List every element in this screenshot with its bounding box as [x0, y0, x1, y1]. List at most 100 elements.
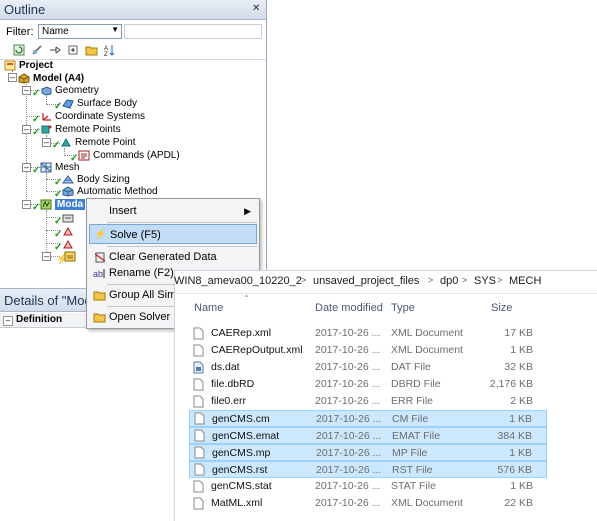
folder-icon: [93, 289, 106, 301]
refresh-icon[interactable]: [12, 44, 26, 57]
automatic-method-icon: [62, 186, 74, 197]
tree-collapse-remote-points[interactable]: –: [22, 125, 31, 134]
suppress-icon[interactable]: [30, 44, 44, 57]
file-icon: [193, 378, 204, 391]
details-title: Details of "Moda: [4, 293, 99, 308]
breadcrumb-item[interactable]: dp0: [440, 275, 458, 287]
tree-collapse-remote-point[interactable]: –: [42, 138, 51, 147]
column-headers: ⌃ Name Date modified Type Size: [175, 293, 597, 319]
project-icon: [4, 60, 16, 71]
tree-node-surface-body[interactable]: ✓ Surface Body: [54, 97, 137, 112]
table-row[interactable]: genCMS.rst 2017-10-26 ... RST File 576 K…: [189, 461, 547, 478]
table-row[interactable]: ds.dat 2017-10-26 ... DAT File 32 KB: [189, 359, 547, 376]
table-row[interactable]: genCMS.cm 2017-10-26 ... CM File 1 KB: [189, 410, 547, 427]
dat-file-icon: [193, 361, 204, 374]
table-row[interactable]: MatML.xml 2017-10-26 ... XML Document 22…: [189, 495, 547, 512]
tree-node-geometry[interactable]: ✓ Geometry: [32, 84, 99, 99]
table-row[interactable]: genCMS.stat 2017-10-26 ... STAT File 1 K…: [189, 478, 547, 495]
collapse-icon[interactable]: –: [3, 316, 13, 326]
table-row[interactable]: genCMS.mp 2017-10-26 ... MP File 1 KB: [189, 444, 547, 461]
menu-item-solve[interactable]: ⚡ Solve (F5): [89, 224, 257, 244]
breadcrumb-item[interactable]: unsaved_project_files: [313, 275, 419, 287]
table-row[interactable]: file0.err 2017-10-26 ... ERR File 2 KB: [189, 393, 547, 410]
filter-select[interactable]: Name ▼: [38, 24, 122, 39]
chevron-right-icon[interactable]: >: [301, 275, 306, 285]
breadcrumb-item[interactable]: MECH: [509, 275, 541, 287]
filter-row: Filter: Name ▼: [0, 21, 266, 43]
chevron-right-icon[interactable]: >: [497, 275, 502, 285]
table-row[interactable]: CAERepOutput.xml 2017-10-26 ... XML Docu…: [189, 342, 547, 359]
file-icon: [193, 480, 204, 493]
remote-point-icon: [60, 137, 72, 148]
mesh-icon: [40, 162, 52, 173]
coordinate-systems-icon: [40, 111, 52, 122]
solution-icon: [64, 251, 76, 262]
file-icon: [194, 446, 205, 459]
folder-icon: [93, 311, 106, 323]
tree-collapse-mesh[interactable]: –: [22, 163, 31, 172]
outline-toolbar: AZ: [0, 43, 266, 60]
tree-collapse-sub[interactable]: –: [42, 252, 51, 261]
tree-node-child-1[interactable]: ✓: [54, 212, 77, 227]
menu-item-insert[interactable]: Insert ▶: [89, 201, 257, 221]
outline-header: Outline ✕: [0, 0, 266, 20]
filter-value: Name: [42, 26, 69, 37]
tree-node-child-4[interactable]: ⚡: [56, 250, 79, 265]
tree-expand-all-icon[interactable]: [66, 44, 80, 57]
tree-node-project[interactable]: Project: [4, 59, 53, 72]
column-header-size[interactable]: Size: [491, 302, 512, 314]
table-row[interactable]: file.dbRD 2017-10-26 ... DBRD File 2,176…: [189, 376, 547, 393]
rename-icon: ab: [93, 267, 106, 279]
file-icon: [194, 463, 205, 476]
support-icon: [62, 226, 74, 237]
tree-node-automatic-method[interactable]: ✓ Automatic Method: [54, 185, 158, 200]
analysis-settings-icon: [62, 213, 74, 224]
tree-node-commands[interactable]: ✓ Commands (APDL): [70, 149, 180, 164]
address-bar[interactable]: WIN8_ameva00_10220_2 > unsaved_project_f…: [174, 271, 597, 294]
file-icon: [194, 429, 205, 442]
tree-expand-icon[interactable]: [48, 44, 62, 57]
close-icon[interactable]: ✕: [252, 4, 262, 14]
tree-node-modal[interactable]: ✓ Moda: [32, 198, 86, 213]
commands-icon: [78, 150, 90, 161]
outline-title: Outline: [4, 2, 46, 17]
chevron-down-icon: ▼: [111, 25, 119, 34]
folder-icon[interactable]: [84, 44, 98, 57]
tree-node-remote-point[interactable]: ✓ Remote Point: [52, 136, 136, 151]
file-icon: [194, 412, 205, 425]
tree-collapse-geometry[interactable]: –: [22, 86, 31, 95]
breadcrumb-item[interactable]: WIN8_ameva00_10220_2: [174, 275, 302, 287]
tree-node-child-2[interactable]: ✓: [54, 225, 77, 240]
clear-data-icon: [93, 251, 106, 263]
table-row[interactable]: CAERep.xml 2017-10-26 ... XML Document 1…: [189, 325, 547, 342]
file-explorer: WIN8_ameva00_10220_2 > unsaved_project_f…: [174, 270, 597, 521]
tree-collapse-model[interactable]: –: [8, 73, 17, 82]
chevron-right-icon[interactable]: >: [428, 275, 433, 285]
xml-file-icon: [193, 497, 204, 510]
menu-separator: [107, 222, 257, 223]
column-header-date[interactable]: Date modified: [315, 302, 383, 314]
support-icon: [62, 239, 74, 250]
column-header-name[interactable]: Name: [194, 302, 223, 314]
svg-text:Z: Z: [104, 52, 108, 56]
body-sizing-icon: [62, 174, 74, 185]
chevron-right-icon[interactable]: >: [462, 275, 467, 285]
definition-label: Definition: [16, 314, 63, 325]
svg-text:ab: ab: [93, 269, 103, 279]
column-header-type[interactable]: Type: [391, 302, 415, 314]
sort-az-icon[interactable]: AZ: [102, 44, 116, 58]
surface-body-icon: [62, 98, 74, 109]
file-icon: [193, 395, 204, 408]
breadcrumb-item[interactable]: SYS: [474, 275, 496, 287]
tree-node-remote-points[interactable]: ✓ Remote Points: [32, 123, 121, 138]
xml-file-icon: [193, 327, 204, 340]
submenu-arrow-icon: ▶: [244, 206, 251, 216]
filter-search-input[interactable]: [124, 24, 262, 39]
sort-up-icon: ⌃: [243, 294, 250, 303]
table-row[interactable]: genCMS.emat 2017-10-26 ... EMAT File 384…: [189, 427, 547, 444]
tree-collapse-modal[interactable]: –: [22, 200, 31, 209]
remote-points-icon: [40, 124, 52, 135]
model-icon: [18, 73, 30, 84]
tree-node-coordinate-systems[interactable]: ✓ Coordinate Systems: [32, 110, 145, 125]
xml-file-icon: [193, 344, 204, 357]
